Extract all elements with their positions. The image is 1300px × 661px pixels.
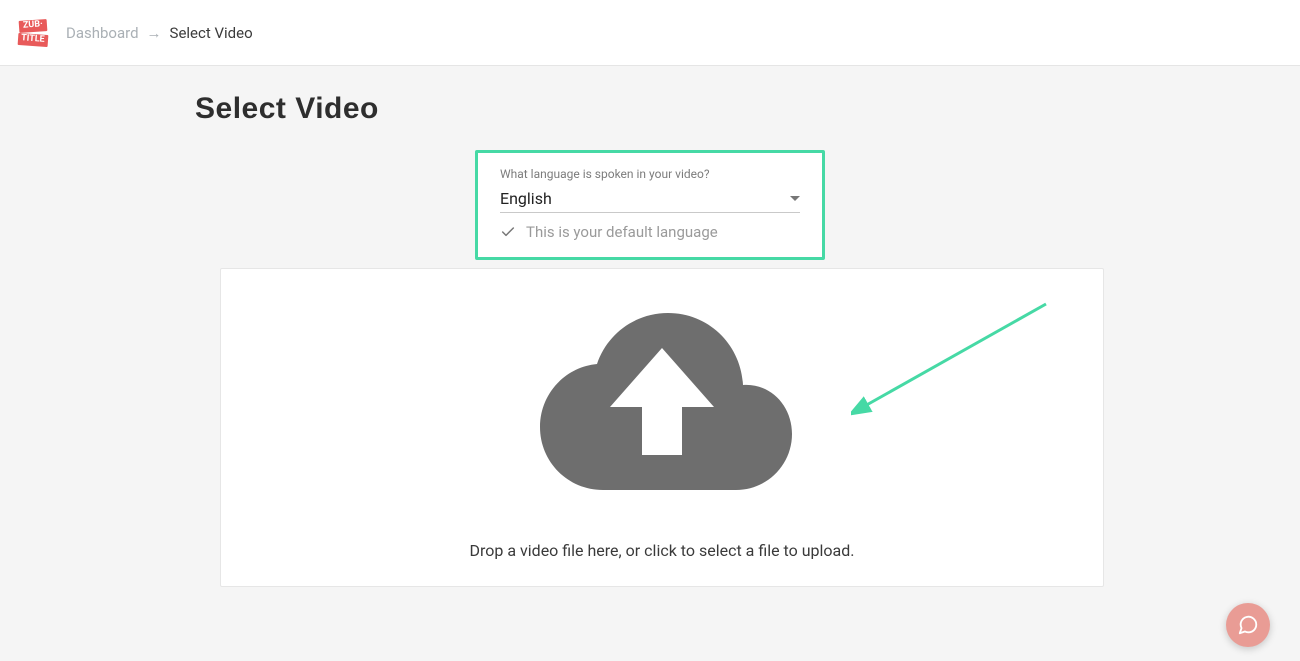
page-title: Select Video: [195, 92, 1105, 126]
language-box-highlight: What language is spoken in your video? E…: [475, 150, 825, 260]
breadcrumb-current: Select Video: [170, 24, 253, 42]
cloud-upload-icon: [528, 303, 796, 493]
breadcrumb-dashboard[interactable]: Dashboard: [66, 24, 139, 42]
breadcrumb: Dashboard → Select Video: [66, 24, 253, 42]
language-select[interactable]: English: [500, 187, 800, 213]
language-note-text: This is your default language: [526, 223, 718, 241]
logo-line1: ZUB·: [19, 19, 48, 33]
language-label: What language is spoken in your video?: [500, 167, 800, 181]
app-header: ZUB· TITLE Dashboard → Select Video: [0, 0, 1300, 66]
chat-icon: [1237, 614, 1259, 636]
upload-instruction: Drop a video file here, or click to sele…: [470, 541, 855, 560]
language-note-row: This is your default language: [500, 213, 800, 241]
app-logo[interactable]: ZUB· TITLE: [18, 15, 48, 51]
help-button[interactable]: [1226, 603, 1270, 647]
breadcrumb-separator: →: [147, 24, 162, 42]
check-icon: [500, 224, 516, 240]
logo-line2: TITLE: [18, 32, 48, 46]
page-body: Select Video What language is spoken in …: [0, 66, 1300, 627]
upload-dropzone[interactable]: Drop a video file here, or click to sele…: [220, 268, 1104, 587]
annotation-arrow-icon: [851, 299, 1051, 419]
chevron-down-icon: [790, 196, 800, 201]
language-value: English: [500, 189, 552, 208]
